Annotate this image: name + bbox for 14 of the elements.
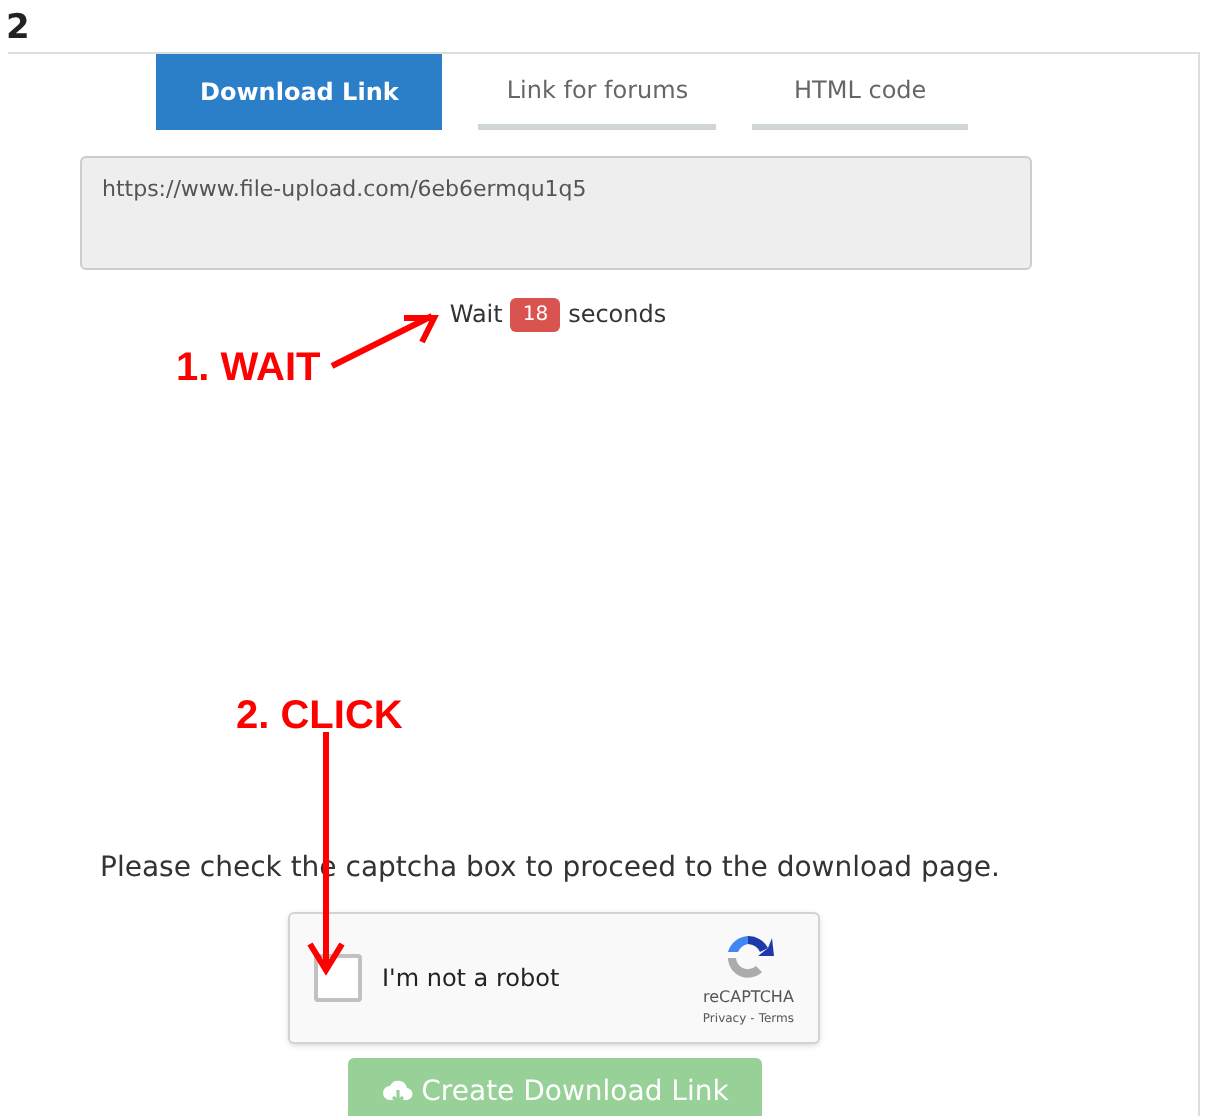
annotation-arrow-icon — [328, 308, 440, 372]
tab[interactable]: Download Link — [156, 54, 443, 130]
tab[interactable]: HTML code — [752, 54, 969, 130]
countdown-badge: 18 — [510, 297, 561, 331]
wait-annotation: 1. WAIT — [176, 344, 321, 394]
wait-label: Wait — [449, 298, 503, 332]
step-number: 2 — [6, 6, 30, 52]
click-annotation: 2. CLICK — [236, 692, 403, 742]
tab[interactable]: Link for forums — [478, 54, 717, 130]
recaptcha-brand: reCAPTCHA — [703, 985, 794, 1009]
cloud-download-icon — [381, 1078, 414, 1106]
link-field[interactable]: https://www.file-upload.com/6eb6ermqu1q5 — [80, 156, 1032, 270]
captcha-label: I'm not a robot — [382, 962, 560, 996]
seconds-label: seconds — [568, 298, 667, 332]
